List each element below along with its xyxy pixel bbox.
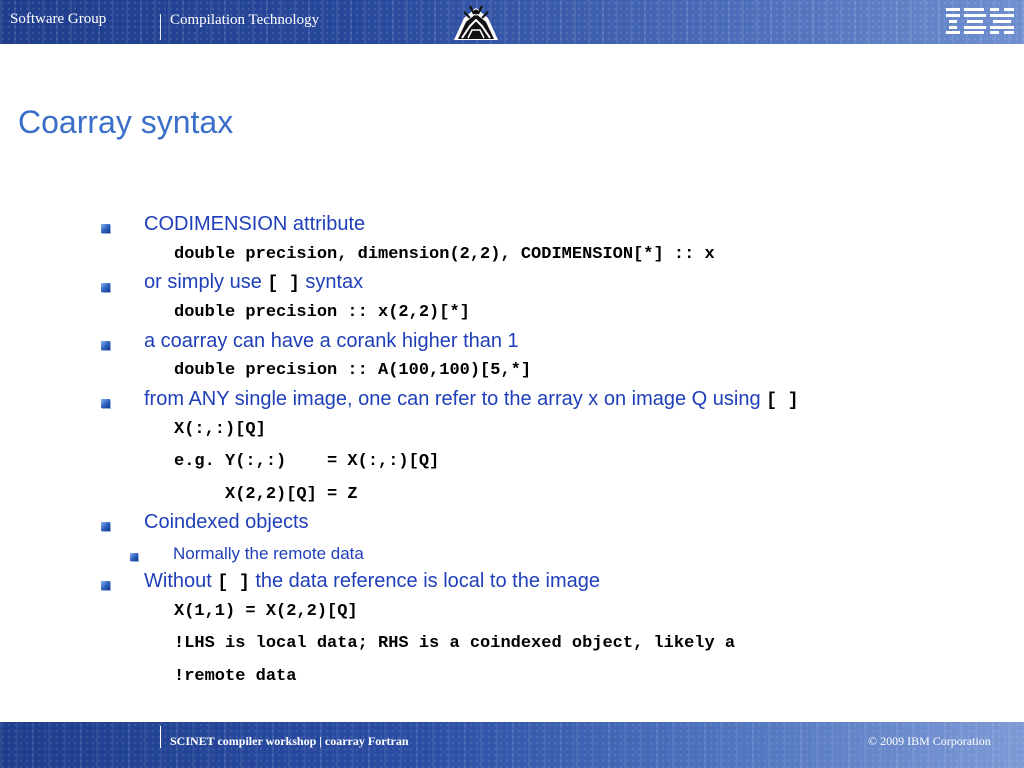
- bullet-icon: [101, 522, 110, 531]
- bullet-text: CODIMENSION attribute: [144, 213, 366, 235]
- sub-bullet-text: Normally the remote data: [173, 544, 364, 563]
- bullet-text-part: syntax: [299, 271, 364, 293]
- code-line: e.g. Y(:,:) = X(:,:)[Q]: [174, 452, 440, 471]
- bullet-icon: [101, 283, 110, 292]
- bullet-text-part: or simply use: [144, 271, 268, 293]
- footer-bar: SCINET compiler workshop | coarray Fortr…: [0, 722, 1024, 768]
- code-line: double precision :: x(2,2)[*]: [174, 303, 470, 322]
- inline-code: [ ]: [267, 274, 300, 294]
- inline-code: [ ]: [217, 573, 250, 593]
- code-line: X(1,1) = X(2,2)[Q]: [174, 602, 358, 621]
- footer-separator: [160, 726, 161, 748]
- footer-copyright: © 2009 IBM Corporation: [868, 734, 991, 748]
- header-center-text: Compilation Technology: [170, 12, 320, 28]
- slide-title: Coarray syntax: [18, 104, 234, 140]
- header-separator: [160, 14, 161, 40]
- bullet-text: or simply use [ ] syntax: [144, 271, 363, 294]
- bullet-text-part: the data reference is local to the image: [249, 570, 600, 592]
- bullet-text: Without [ ] the data reference is local …: [144, 570, 600, 593]
- code-line: double precision, dimension(2,2), CODIME…: [174, 245, 715, 264]
- footer-workshop-text: SCINET compiler workshop: [170, 734, 317, 748]
- bullet-icon: [101, 399, 110, 408]
- footer-workshop: SCINET compiler workshop | coarray Fortr…: [170, 734, 409, 748]
- code-line: X(2,2)[Q] = Z: [174, 485, 358, 504]
- code-line: !LHS is local data; RHS is a coindexed o…: [174, 634, 736, 653]
- header-bar: Software Group Compilation Technology: [0, 0, 1024, 44]
- bullet-text: a coarray can have a corank higher than …: [144, 330, 519, 352]
- bullet-text: from ANY single image, one can refer to …: [144, 388, 799, 411]
- code-line: double precision :: A(100,100)[5,*]: [174, 361, 532, 380]
- header-stripes: [0, 0, 1024, 44]
- footer-topic-text: coarray Fortran: [324, 734, 409, 748]
- bullet-text-part: Without: [144, 570, 218, 592]
- bullet-text-part: from ANY single image, one can refer to …: [144, 388, 767, 410]
- inline-code: [ ]: [766, 391, 799, 411]
- bullet-icon: [101, 224, 110, 233]
- bullet-icon: [101, 581, 110, 590]
- ibm-logo: [946, 8, 1014, 34]
- code-line: X(:,:)[Q]: [174, 420, 266, 439]
- bullet-text: Coindexed objects: [144, 511, 309, 533]
- compiler-emblem-icon: [454, 5, 498, 40]
- bullet-icon: [101, 341, 110, 350]
- sub-bullet-icon: [130, 553, 138, 561]
- header-left-text: Software Group: [10, 11, 107, 27]
- code-line: !remote data: [174, 667, 297, 686]
